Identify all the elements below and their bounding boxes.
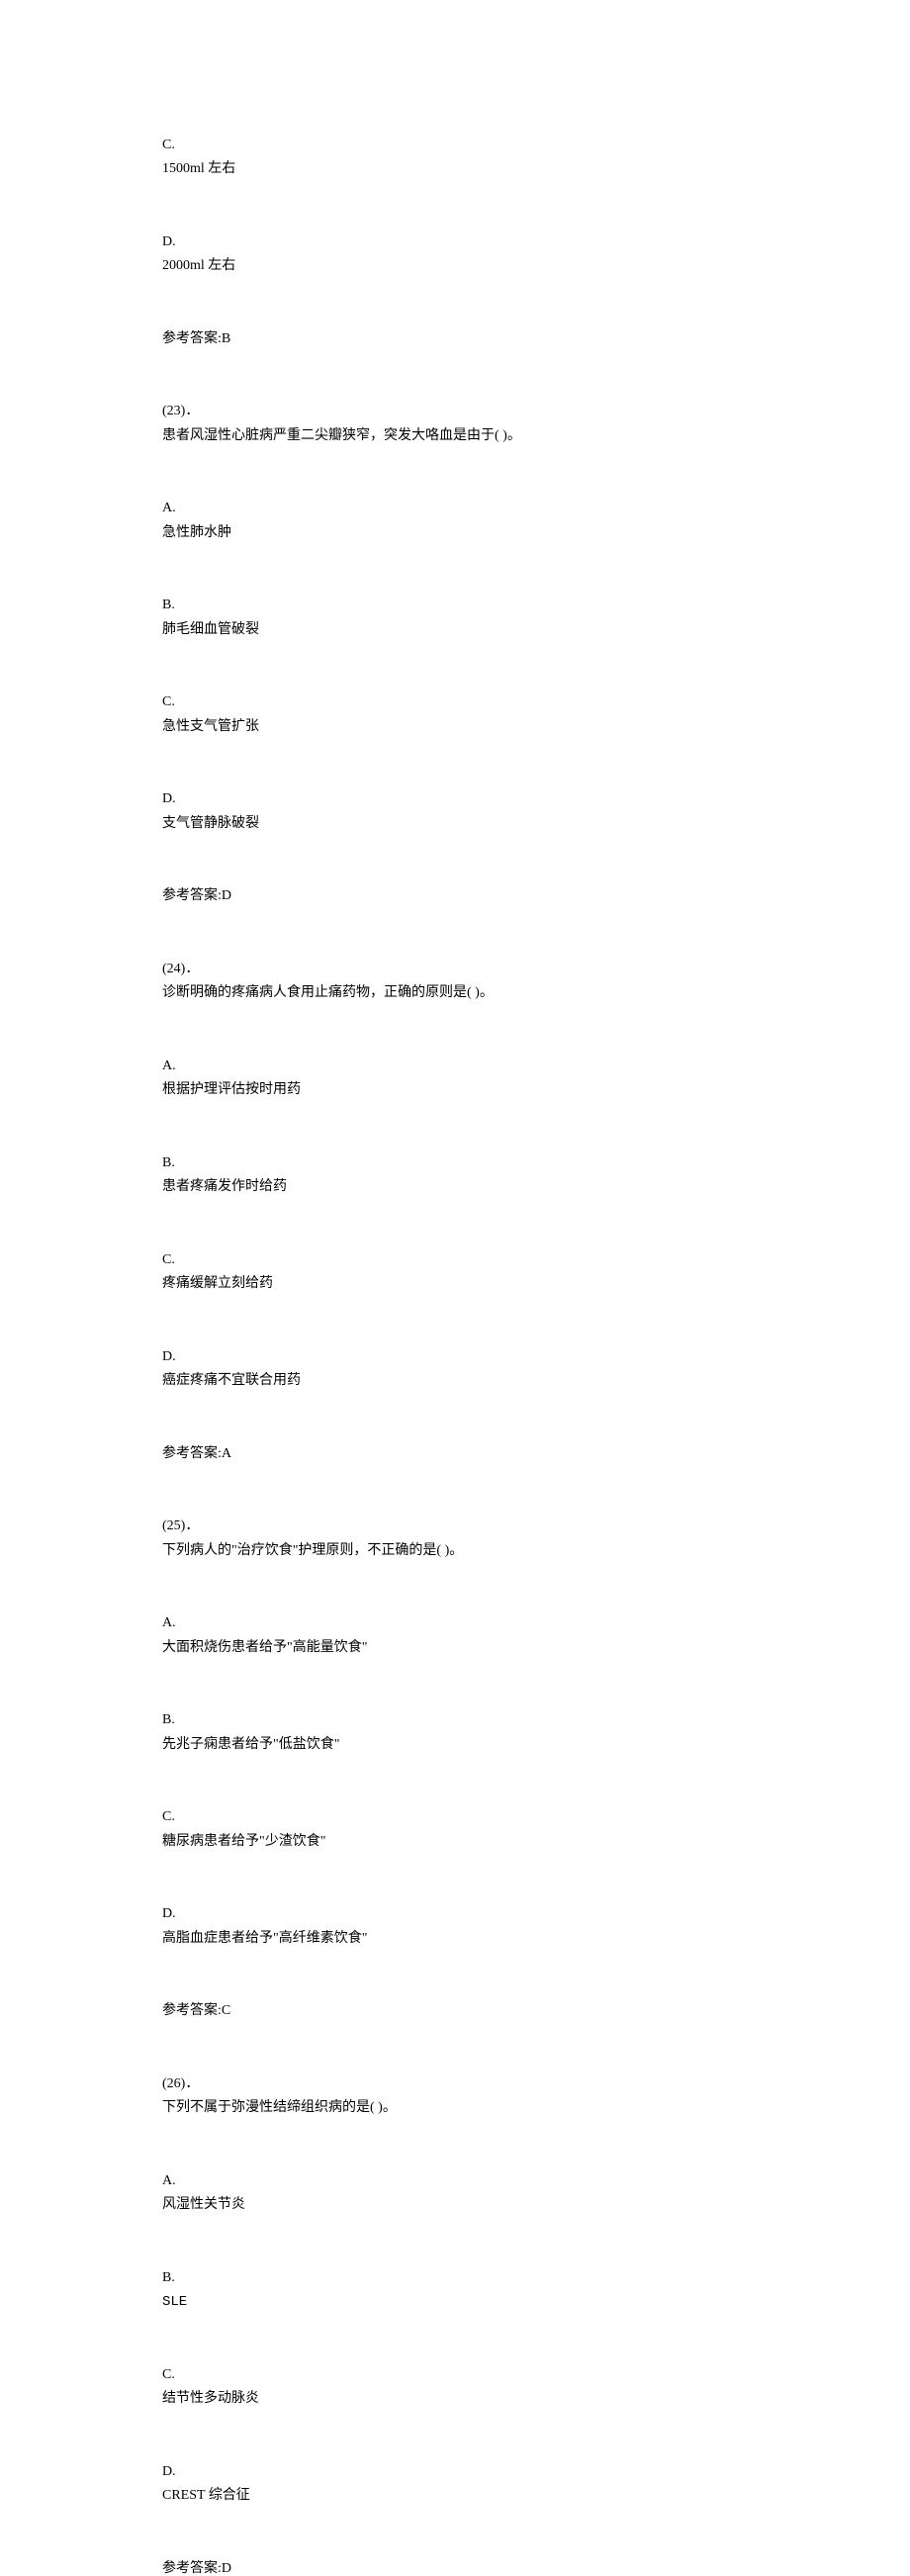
- option-text: 疼痛缓解立刻给药: [162, 1276, 273, 1291]
- answer-value: A: [222, 1446, 231, 1461]
- option-letter: D.: [162, 1906, 176, 1921]
- answer-line: 参考答案:D: [148, 2532, 762, 2576]
- option-letter: A.: [162, 2173, 176, 2188]
- option-letter: A.: [162, 1615, 176, 1630]
- answer-label: 参考答案:: [162, 2561, 222, 2576]
- option-letter: D.: [162, 791, 176, 806]
- answer-line: 参考答案:C: [148, 1976, 762, 2049]
- option-text: 支气管静脉破裂: [162, 816, 259, 831]
- question-stem: (24)． 诊断明确的疼痛病人食用止痛药物，正确的原则是( )。: [148, 933, 762, 1030]
- option-text: 急性支气管扩张: [162, 719, 259, 734]
- option-text: 结节性多动脉炎: [162, 2391, 259, 2406]
- option-text: 2000ml 左右: [162, 258, 235, 273]
- option-line: D. 支气管静脉破裂: [148, 764, 762, 861]
- option-letter: D.: [162, 1349, 176, 1364]
- option-letter: C.: [162, 138, 175, 152]
- question-number: (24): [162, 962, 185, 976]
- question-text: 患者风湿性心脏病严重二尖瓣狭窄，突发大咯血是由于( )。: [162, 428, 521, 443]
- option-line: D. CREST 综合征: [148, 2436, 762, 2532]
- option-text: 大面积烧伤患者给予"高能量饮食": [162, 1640, 367, 1655]
- answer-label: 参考答案:: [162, 331, 222, 346]
- option-letter: B.: [162, 598, 175, 612]
- option-line: A. 风湿性关节炎: [148, 2145, 762, 2242]
- option-letter: B.: [162, 2270, 175, 2285]
- option-line: B. 患者疼痛发作时给药: [148, 1127, 762, 1224]
- option-line: B. 肺毛细血管破裂: [148, 570, 762, 667]
- option-letter: A.: [162, 1058, 176, 1073]
- question-number: (25): [162, 1518, 185, 1533]
- option-line: A. 根据护理评估按时用药: [148, 1030, 762, 1127]
- option-text: 根据护理评估按时用药: [162, 1082, 301, 1097]
- answer-label: 参考答案:: [162, 888, 222, 903]
- option-line: A. 急性肺水肿: [148, 473, 762, 570]
- option-letter: B.: [162, 1712, 175, 1727]
- answer-line: 参考答案:B: [148, 303, 762, 376]
- answer-label: 参考答案:: [162, 2003, 222, 2018]
- option-text: 风湿性关节炎: [162, 2197, 245, 2212]
- answer-value: D: [222, 888, 231, 903]
- option-line: D. 癌症疼痛不宜联合用药: [148, 1321, 762, 1418]
- question-stem: (26)． 下列不属于弥漫性结缔组织病的是( )。: [148, 2048, 762, 2145]
- option-line: B. 先兆子痫患者给予"低盐饮食": [148, 1685, 762, 1782]
- option-text: 先兆子痫患者给予"低盐饮食": [162, 1737, 339, 1752]
- question-number: (23): [162, 404, 185, 418]
- answer-value: B: [222, 331, 230, 346]
- option-line: C. 糖尿病患者给予"少渣饮食": [148, 1782, 762, 1879]
- option-text: SLE: [162, 2294, 187, 2310]
- option-letter: C.: [162, 1252, 175, 1267]
- option-line: C. 疼痛缓解立刻给药: [148, 1224, 762, 1321]
- document-page: C. 1500ml 左右 D. 2000ml 左右 参考答案:B (23)． 患…: [0, 0, 910, 2576]
- question-stem: (23)． 患者风湿性心脏病严重二尖瓣狭窄，突发大咯血是由于( )。: [148, 376, 762, 473]
- option-line: D. 高脂血症患者给予"高纤维素饮食": [148, 1879, 762, 1976]
- option-text: 糖尿病患者给予"少渣饮食": [162, 1834, 325, 1849]
- option-text: 急性肺水肿: [162, 525, 231, 540]
- option-text: 肺毛细血管破裂: [162, 622, 259, 637]
- question-text: 下列病人的"治疗饮食"护理原则，不正确的是( )。: [162, 1543, 463, 1558]
- option-line: C. 1500ml 左右: [148, 109, 762, 206]
- question-stem: (25)． 下列病人的"治疗饮食"护理原则，不正确的是( )。: [148, 1491, 762, 1588]
- option-letter: A.: [162, 501, 176, 515]
- option-letter: C.: [162, 1809, 175, 1824]
- option-line: A. 大面积烧伤患者给予"高能量饮食": [148, 1588, 762, 1685]
- option-text: 患者疼痛发作时给药: [162, 1179, 287, 1194]
- option-letter: D.: [162, 234, 176, 249]
- option-text: 高脂血症患者给予"高纤维素饮食": [162, 1931, 367, 1946]
- option-line: C. 急性支气管扩张: [148, 667, 762, 764]
- answer-label: 参考答案:: [162, 1446, 222, 1461]
- option-letter: D.: [162, 2464, 176, 2479]
- question-text: 下列不属于弥漫性结缔组织病的是( )。: [162, 2100, 397, 2115]
- option-letter: C.: [162, 694, 175, 709]
- answer-value: C: [222, 2003, 230, 2018]
- option-line: C. 结节性多动脉炎: [148, 2339, 762, 2436]
- answer-value: D: [222, 2561, 231, 2576]
- option-text: CREST 综合征: [162, 2488, 250, 2503]
- question-text: 诊断明确的疼痛病人食用止痛药物，正确的原则是( )。: [162, 985, 494, 1000]
- option-text: 癌症疼痛不宜联合用药: [162, 1373, 301, 1388]
- option-letter: C.: [162, 2367, 175, 2382]
- option-text: 1500ml 左右: [162, 161, 235, 176]
- answer-line: 参考答案:A: [148, 1418, 762, 1491]
- answer-line: 参考答案:D: [148, 861, 762, 934]
- option-letter: B.: [162, 1155, 175, 1170]
- question-number: (26): [162, 2076, 185, 2091]
- option-line: D. 2000ml 左右: [148, 206, 762, 303]
- option-line: B. SLE: [148, 2242, 762, 2339]
